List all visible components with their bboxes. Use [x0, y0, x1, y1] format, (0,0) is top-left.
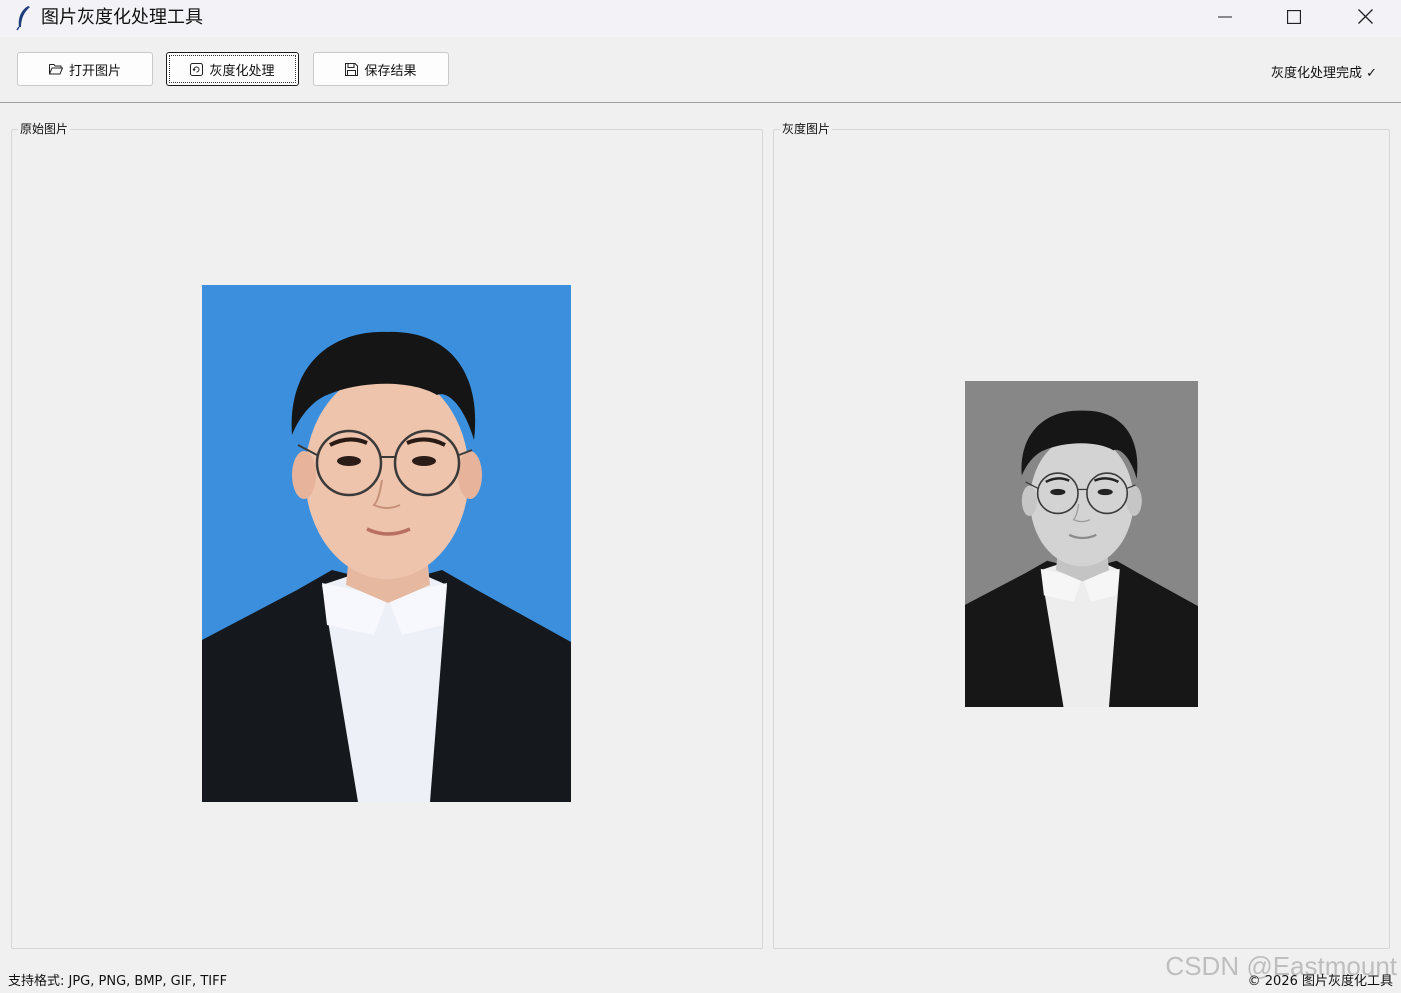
original-image-label: 原始图片	[18, 122, 71, 136]
close-button[interactable]	[1330, 0, 1400, 37]
close-icon	[1357, 9, 1373, 28]
save-result-button[interactable]: 保存结果	[313, 52, 449, 86]
grayscale-button[interactable]: 灰度化处理	[166, 52, 299, 86]
open-image-button[interactable]: 打开图片	[17, 52, 153, 86]
original-photo	[202, 285, 571, 802]
title-bar[interactable]: 图片灰度化处理工具	[0, 0, 1401, 37]
grayscale-image-panel: 灰度图片	[773, 122, 1390, 949]
window-title: 图片灰度化处理工具	[41, 7, 203, 28]
maximize-button[interactable]	[1259, 0, 1329, 37]
open-image-label: 打开图片	[68, 63, 121, 79]
grayscale-photo	[965, 381, 1198, 707]
maximize-icon	[1286, 9, 1302, 28]
image-process-icon	[190, 62, 204, 76]
floppy-disk-icon	[345, 62, 359, 76]
save-result-label: 保存结果	[364, 63, 417, 79]
supported-formats-text: 支持格式: JPG, PNG, BMP, GIF, TIFF	[8, 974, 228, 989]
toolbar: 打开图片 灰度化处理 保存结果 灰度化处理完成 ✓	[0, 37, 1401, 103]
folder-open-icon	[48, 63, 63, 75]
feather-icon	[15, 5, 33, 31]
original-image-panel: 原始图片	[11, 122, 763, 949]
minimize-button[interactable]	[1190, 0, 1260, 37]
grayscale-image-label: 灰度图片	[780, 122, 833, 136]
grayscale-label: 灰度化处理	[209, 63, 275, 79]
minimize-icon	[1218, 9, 1232, 28]
copyright-text: © 2026 图片灰度化工具	[1247, 974, 1393, 989]
status-message: 灰度化处理完成 ✓	[1270, 66, 1377, 81]
app-window: 图片灰度化处理工具 打开图片 灰度化处理 保存结果 灰度化处理完成 ✓ 原始图片…	[0, 0, 1401, 993]
